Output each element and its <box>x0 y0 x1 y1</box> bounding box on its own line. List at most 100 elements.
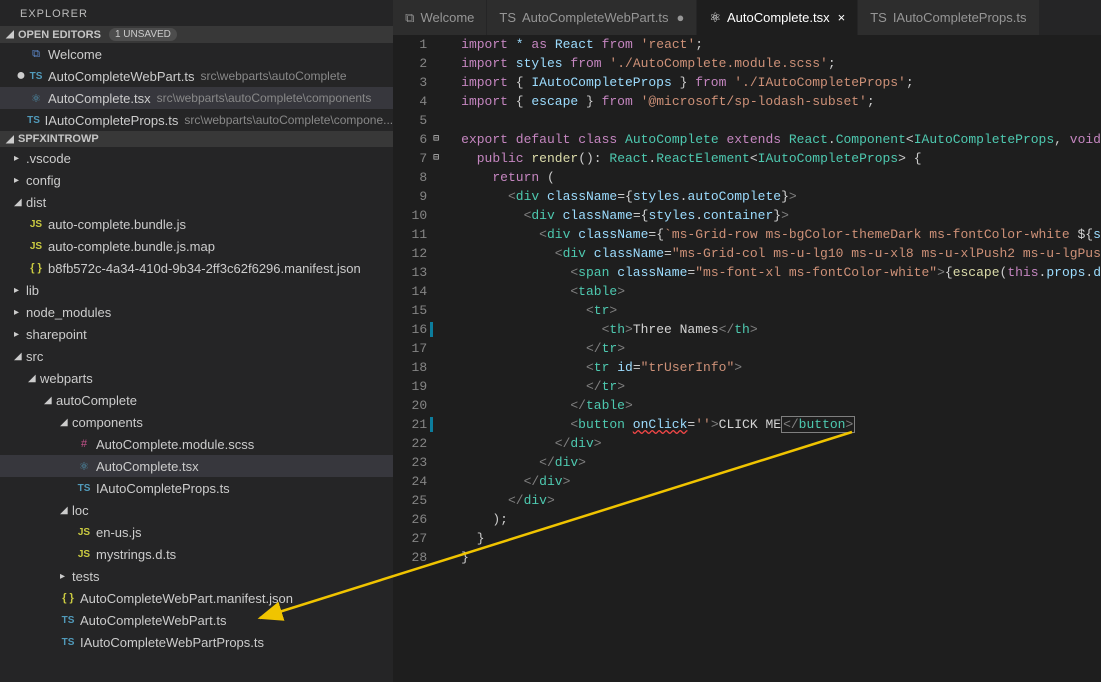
line-number: 8 <box>393 168 427 187</box>
open-editor-item[interactable]: TSIAutoCompleteProps.tssrc\webparts\auto… <box>0 109 393 131</box>
ts-icon: TS <box>60 612 76 628</box>
folder-item[interactable]: ▸.vscode <box>0 147 393 169</box>
react-icon: ⚛ <box>28 90 44 106</box>
code-line[interactable]: <tr id="trUserInfo"> <box>461 358 1101 377</box>
folder-item[interactable]: ▸node_modules <box>0 301 393 323</box>
file-item[interactable]: #AutoComplete.module.scss <box>0 433 393 455</box>
folder-item[interactable]: ▸lib <box>0 279 393 301</box>
code-line[interactable]: export default class AutoComplete extend… <box>461 130 1101 149</box>
folder-item[interactable]: ◢webparts <box>0 367 393 389</box>
line-number: 3 <box>393 73 427 92</box>
code-line[interactable]: <div className="ms-Grid-col ms-u-lg10 ms… <box>461 244 1101 263</box>
dirty-indicator[interactable]: ● <box>676 10 684 25</box>
folder-item[interactable]: ◢components <box>0 411 393 433</box>
file-label: AutoCompleteWebPart.ts <box>80 613 226 628</box>
file-path: src\webparts\autoComplete <box>200 69 346 83</box>
editor-tab[interactable]: TS AutoCompleteWebPart.ts ● <box>487 0 697 35</box>
editor-tab[interactable]: ⚛AutoComplete.tsx× <box>697 0 858 35</box>
folder-item[interactable]: ◢dist <box>0 191 393 213</box>
file-item[interactable]: JSmystrings.d.ts <box>0 543 393 565</box>
code-line[interactable]: <button onClick=''>CLICK ME</button> <box>461 415 1101 434</box>
folder-item[interactable]: ◢loc <box>0 499 393 521</box>
file-item[interactable]: TSIAutoCompleteProps.ts <box>0 477 393 499</box>
code-line[interactable]: </div> <box>461 491 1101 510</box>
open-editor-item[interactable]: ●TSAutoCompleteWebPart.tssrc\webparts\au… <box>0 65 393 87</box>
tab-label: AutoCompleteWebPart.ts <box>522 10 668 25</box>
chevron-down-icon: ◢ <box>14 351 24 362</box>
file-item[interactable]: { }AutoCompleteWebPart.manifest.json <box>0 587 393 609</box>
code-line[interactable]: import { escape } from '@microsoft/sp-lo… <box>461 92 1101 111</box>
file-item[interactable]: TS AutoCompleteWebPart.ts <box>0 609 393 631</box>
code-line[interactable]: <div className={`ms-Grid-row ms-bgColor-… <box>461 225 1101 244</box>
code-line[interactable] <box>461 111 1101 130</box>
line-number: 9 <box>393 187 427 206</box>
file-item[interactable]: JSen-us.js <box>0 521 393 543</box>
code-line[interactable]: return ( <box>461 168 1101 187</box>
file-label: mystrings.d.ts <box>96 547 176 562</box>
chevron-right-icon: ▸ <box>14 307 24 318</box>
code-line[interactable]: import * as React from 'react'; <box>461 35 1101 54</box>
line-number: 1 <box>393 35 427 54</box>
open-editor-item[interactable]: ⚛AutoComplete.tsxsrc\webparts\autoComple… <box>0 87 393 109</box>
ts-icon: TS <box>870 10 887 25</box>
code-line[interactable]: </table> <box>461 396 1101 415</box>
code-line[interactable]: </tr> <box>461 377 1101 396</box>
code-line[interactable]: <div className={styles.autoComplete}> <box>461 187 1101 206</box>
code-editor[interactable]: 123456⊟7⊟8910111213141516171819202122232… <box>393 35 1101 682</box>
folder-item[interactable]: ▸config <box>0 169 393 191</box>
folder-item[interactable]: ◢src <box>0 345 393 367</box>
editor-tab[interactable]: TSIAutoCompleteProps.ts <box>858 0 1039 35</box>
file-item[interactable]: TSIAutoCompleteWebPartProps.ts <box>0 631 393 653</box>
line-number-gutter: 123456⊟7⊟8910111213141516171819202122232… <box>393 35 443 682</box>
code-line[interactable]: </div> <box>461 453 1101 472</box>
chevron-down-icon: ◢ <box>60 417 70 428</box>
file-label: IAutoCompleteProps.ts <box>96 481 230 496</box>
code-line[interactable]: <table> <box>461 282 1101 301</box>
code-line[interactable]: } <box>461 529 1101 548</box>
ts-icon: TS <box>60 634 76 650</box>
close-icon[interactable]: × <box>838 10 846 25</box>
file-item[interactable]: JSauto-complete.bundle.js.map <box>0 235 393 257</box>
line-number: 4 <box>393 92 427 111</box>
line-number: 19 <box>393 377 427 396</box>
fold-icon[interactable]: ⊟ <box>433 149 439 168</box>
folder-item[interactable]: ▸sharepoint <box>0 323 393 345</box>
line-number: 21 <box>393 415 427 434</box>
open-editor-item[interactable]: ⧉Welcome <box>0 43 393 65</box>
file-item[interactable]: { }b8fb572c-4a34-410d-9b34-2ff3c62f6296.… <box>0 257 393 279</box>
code-line[interactable]: <div className={styles.container}> <box>461 206 1101 225</box>
code-line[interactable]: <span className="ms-font-xl ms-fontColor… <box>461 263 1101 282</box>
vs-icon: ⧉ <box>28 46 44 62</box>
folder-item[interactable]: ◢autoComplete <box>0 389 393 411</box>
ts-icon: TS <box>499 10 516 25</box>
code-line[interactable]: </div> <box>461 434 1101 453</box>
code-line[interactable]: public render(): React.ReactElement<IAut… <box>461 149 1101 168</box>
editor-tab[interactable]: ⧉Welcome <box>393 0 487 35</box>
code-line[interactable]: <th>Three Names</th> <box>461 320 1101 339</box>
folder-item[interactable]: ▸tests <box>0 565 393 587</box>
workspace-header[interactable]: ◢ SPFXINTROWP <box>0 131 393 147</box>
open-editors-header[interactable]: ◢ OPEN EDITORS 1 UNSAVED <box>0 26 393 43</box>
line-number: 10 <box>393 206 427 225</box>
code-line[interactable]: </tr> <box>461 339 1101 358</box>
code-content[interactable]: import * as React from 'react';import st… <box>443 35 1101 682</box>
workspace-label: SPFXINTROWP <box>18 133 99 145</box>
code-line[interactable]: } <box>461 548 1101 567</box>
code-line[interactable]: import styles from './AutoComplete.modul… <box>461 54 1101 73</box>
line-number: 12 <box>393 244 427 263</box>
file-item[interactable]: ⚛AutoComplete.tsx <box>0 455 393 477</box>
code-line[interactable]: import { IAutoCompleteProps } from './IA… <box>461 73 1101 92</box>
code-line[interactable]: </div> <box>461 472 1101 491</box>
line-number: 28 <box>393 548 427 567</box>
folder-label: config <box>26 173 61 188</box>
code-line[interactable]: ); <box>461 510 1101 529</box>
chevron-down-icon: ◢ <box>4 134 16 145</box>
line-number: 15 <box>393 301 427 320</box>
file-label: AutoComplete.tsx <box>96 459 199 474</box>
unsaved-badge: 1 UNSAVED <box>109 28 177 41</box>
line-number: 13 <box>393 263 427 282</box>
line-number: 18 <box>393 358 427 377</box>
fold-icon[interactable]: ⊟ <box>433 130 439 149</box>
file-item[interactable]: JSauto-complete.bundle.js <box>0 213 393 235</box>
code-line[interactable]: <tr> <box>461 301 1101 320</box>
